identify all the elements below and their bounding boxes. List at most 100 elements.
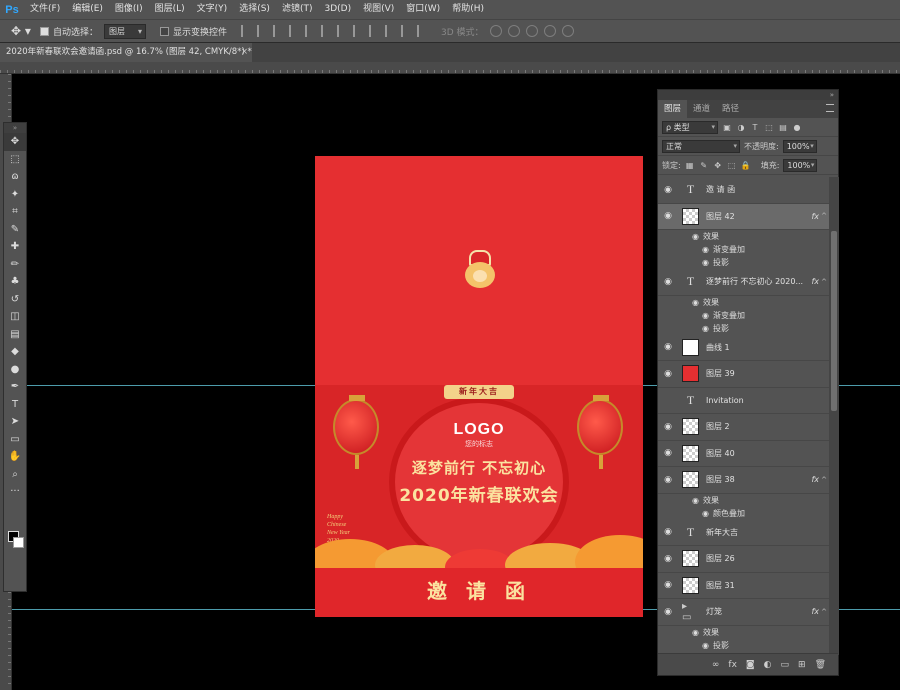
clone-stamp-tool-icon[interactable]: ♣ [4, 273, 26, 291]
layer-name[interactable]: 图层 42 [706, 211, 735, 222]
visibility-eye-icon[interactable]: ◉ [658, 475, 678, 485]
effect-eye-icon[interactable]: ◉ [692, 496, 699, 505]
layer-name[interactable]: 新年大吉 [706, 527, 738, 538]
auto-select-checkbox[interactable]: 自动选择： [40, 25, 98, 38]
document-tab[interactable]: 2020年新春联欢会邀请函.psd @ 16.7% (图层 42, CMYK/8… [0, 43, 252, 62]
background-color-swatch[interactable] [13, 537, 24, 548]
distribute-top-icon[interactable] [337, 25, 349, 37]
menu-item-1[interactable]: 编辑(E) [66, 0, 109, 19]
align-top-icon[interactable] [241, 25, 253, 37]
menu-item-9[interactable]: 窗口(W) [400, 0, 446, 19]
tools-panel-grip[interactable]: » [4, 123, 26, 133]
trash-icon[interactable]: 🗑 [815, 660, 826, 670]
layer-row[interactable]: ◉ 图层 39 [658, 361, 829, 388]
layer-name[interactable]: 图层 31 [706, 580, 735, 591]
align-bottom-icon[interactable] [273, 25, 285, 37]
opacity-input[interactable]: 100% [782, 139, 817, 153]
dodge-tool-icon[interactable]: ● [4, 361, 26, 379]
distribute-right-icon[interactable] [417, 25, 429, 37]
lock-artboard-icon[interactable]: ⬚ [727, 160, 737, 170]
align-hcenter-icon[interactable] [305, 25, 317, 37]
menu-item-7[interactable]: 3D(D) [318, 0, 357, 19]
eraser-tool-icon[interactable]: ◫ [4, 308, 26, 326]
visibility-eye-icon[interactable]: ◉ [658, 607, 678, 617]
collapse-effects-icon[interactable]: ^ [821, 476, 827, 484]
layer-row[interactable]: ◉ T 邀 请 函 [658, 177, 829, 204]
fx-icon[interactable]: fx [811, 607, 819, 616]
filter-shape-icon[interactable]: ⬚ [764, 122, 774, 132]
mask-icon[interactable]: ◙ [746, 660, 755, 670]
effect-eye-icon[interactable]: ◉ [702, 311, 709, 320]
adjustment-icon[interactable]: ◐ [764, 660, 772, 670]
pen-tool-icon[interactable]: ✒ [4, 378, 26, 396]
collapse-effects-icon[interactable]: ^ [821, 608, 827, 616]
marquee-tool-icon[interactable]: ⬚ [4, 151, 26, 169]
layer-row[interactable]: ◉ 图层 38 fx ^ [658, 467, 829, 494]
effects-group[interactable]: ◉ 效果 [658, 230, 829, 243]
effect-item[interactable]: ◉ 投影 [658, 322, 829, 335]
effect-item[interactable]: ◉ 投影 [658, 256, 829, 269]
move-tool-icon[interactable]: ✥ [4, 133, 26, 151]
effect-eye-icon[interactable]: ◉ [702, 641, 709, 650]
fx-icon[interactable]: fx [728, 660, 737, 670]
collapse-effects-icon[interactable]: ^ [821, 212, 827, 220]
menu-item-8[interactable]: 视图(V) [357, 0, 400, 19]
show-transform-checkbox[interactable]: 显示变换控件 [160, 25, 227, 38]
layer-name[interactable]: 邀 请 函 [706, 184, 735, 195]
rectangle-tool-icon[interactable]: ▭ [4, 431, 26, 449]
align-left-icon[interactable] [289, 25, 301, 37]
layer-name[interactable]: Invitation [706, 396, 744, 405]
effect-eye-icon[interactable]: ◉ [702, 258, 709, 267]
magic-wand-tool-icon[interactable]: ✦ [4, 186, 26, 204]
visibility-eye-icon[interactable]: ◉ [658, 342, 678, 352]
layer-row[interactable]: ◉ 图层 2 [658, 414, 829, 441]
collapse-panel-icon[interactable]: » [830, 90, 834, 100]
layer-name[interactable]: 图层 39 [706, 368, 735, 379]
visibility-eye-icon[interactable]: ◉ [658, 422, 678, 432]
fx-icon[interactable]: fx [811, 475, 819, 484]
filter-adjust-icon[interactable]: ◑ [736, 122, 746, 132]
zoom-tool-icon[interactable]: ⌕ [4, 466, 26, 484]
blend-mode-dropdown[interactable]: 正常 [662, 139, 740, 153]
distribute-left-icon[interactable] [385, 25, 397, 37]
gradient-tool-icon[interactable]: ▤ [4, 326, 26, 344]
panel-header[interactable]: » [658, 90, 838, 100]
filter-toggle-icon[interactable]: ● [792, 122, 802, 132]
hand-tool-icon[interactable]: ✋ [4, 448, 26, 466]
effect-eye-icon[interactable]: ◉ [692, 298, 699, 307]
auto-select-dropdown[interactable]: 图层 [104, 23, 147, 39]
layer-row[interactable]: ◉ 图层 31 [658, 573, 829, 599]
layer-name[interactable]: 逐梦前行 不忘初心 2020... [706, 276, 803, 287]
folder-icon[interactable]: ▭ [781, 660, 790, 670]
effect-eye-icon[interactable]: ◉ [692, 628, 699, 637]
crop-tool-icon[interactable]: ⌗ [4, 203, 26, 221]
visibility-eye-icon[interactable]: ◉ [658, 277, 678, 287]
layer-filter-dropdown[interactable]: ρ 类型 [662, 120, 718, 134]
layer-row[interactable]: ◉ 图层 40 [658, 441, 829, 467]
effect-item[interactable]: ◉ 渐变叠加 [658, 243, 829, 256]
visibility-eye-icon[interactable]: ◉ [658, 554, 678, 564]
effect-eye-icon[interactable]: ◉ [692, 232, 699, 241]
effect-item[interactable]: ◉ 投影 [658, 639, 829, 652]
menu-item-6[interactable]: 滤镜(T) [276, 0, 319, 19]
visibility-eye-icon[interactable]: ◉ [658, 580, 678, 590]
filter-type-icon[interactable]: T [750, 122, 760, 132]
history-brush-tool-icon[interactable]: ↺ [4, 291, 26, 309]
menu-item-3[interactable]: 图层(L) [149, 0, 191, 19]
effect-item[interactable]: ◉ 渐变叠加 [658, 309, 829, 322]
layer-row[interactable]: ◉ 图层 42 fx ^ [658, 203, 829, 230]
3d-slide-icon[interactable] [543, 25, 556, 37]
distribute-bottom-icon[interactable] [369, 25, 381, 37]
layer-name[interactable]: 图层 2 [706, 421, 730, 432]
effects-group[interactable]: ◉ 效果 [658, 494, 829, 507]
menu-item-5[interactable]: 选择(S) [233, 0, 276, 19]
visibility-eye-icon[interactable]: ◉ [658, 448, 678, 458]
distribute-vcenter-icon[interactable] [353, 25, 365, 37]
link-icon[interactable]: ∞ [712, 660, 720, 670]
filter-pixel-icon[interactable]: ▣ [722, 122, 732, 132]
menu-item-2[interactable]: 图像(I) [109, 0, 149, 19]
filter-smart-icon[interactable]: ▤ [778, 122, 788, 132]
layer-row[interactable]: ◉ T 新年大吉 [658, 520, 829, 546]
tab-channels[interactable]: 通道 [687, 100, 716, 118]
effect-eye-icon[interactable]: ◉ [702, 324, 709, 333]
